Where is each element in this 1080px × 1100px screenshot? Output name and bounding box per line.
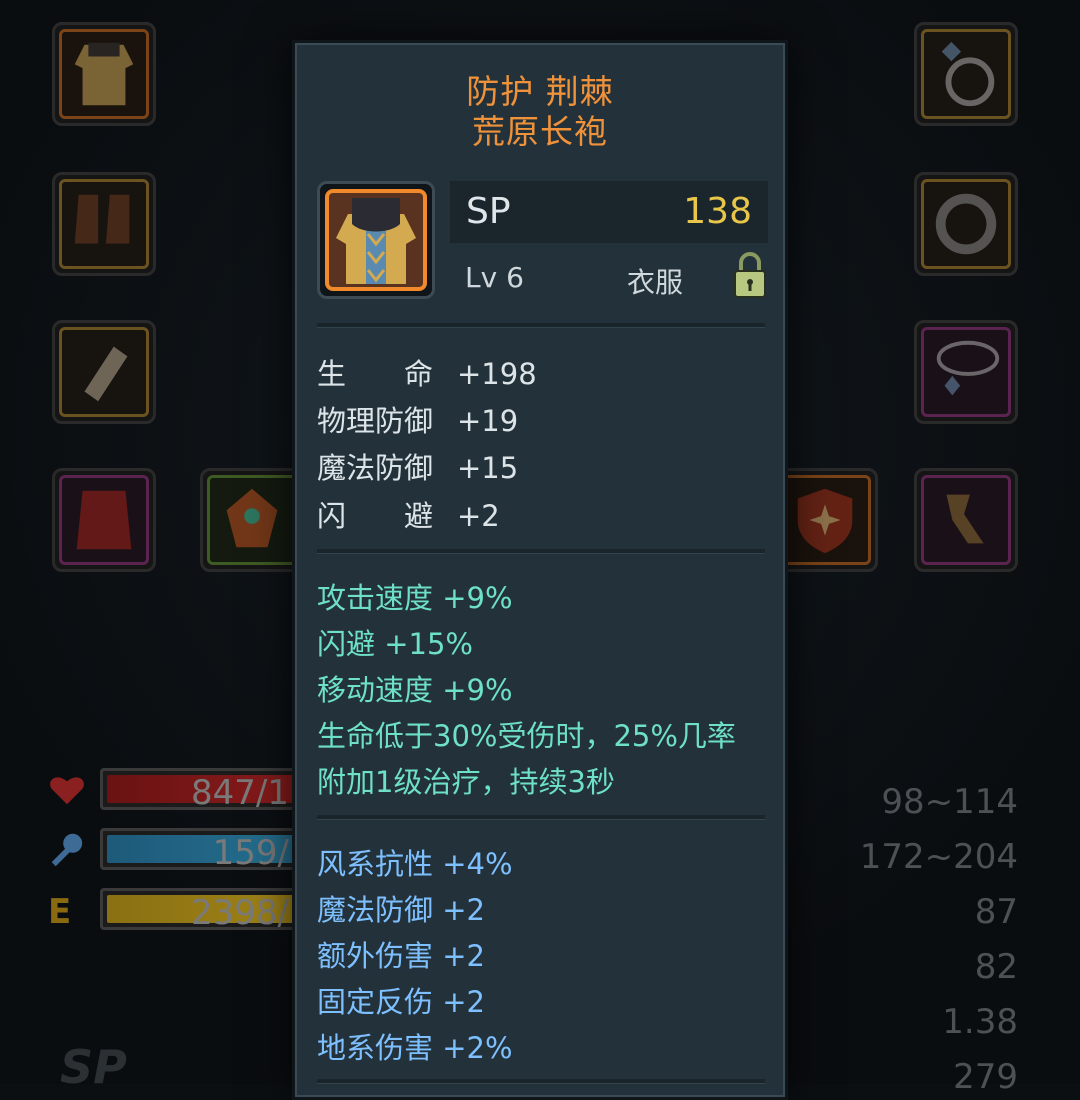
divider (317, 815, 765, 820)
divider (317, 323, 765, 328)
base-stat-row: 闪 避 +2 (317, 493, 500, 535)
special-stat-line: 闪避 +15% (317, 627, 473, 661)
heart-icon (50, 777, 84, 805)
mp-text: 159/ (212, 833, 289, 873)
special-stat-line: 附加1级治疗，持续3秒 (317, 765, 615, 799)
equip-slot-robe[interactable] (52, 22, 156, 126)
robe-icon (336, 198, 416, 284)
base-stat-row: 魔法防御 +15 (317, 445, 518, 487)
equip-slot-trinket[interactable] (914, 468, 1018, 572)
base-stat-value: +19 (457, 404, 519, 438)
mp-bar: 159/ (100, 828, 307, 873)
equip-slot-amulet[interactable] (200, 468, 304, 572)
ring-icon (941, 41, 995, 107)
hp-bar: 847/1 (100, 768, 307, 813)
special-stat-line: 攻击速度 +9% (317, 581, 513, 615)
divider (317, 1079, 765, 1084)
stat-value-5: 1.38 (942, 1002, 1018, 1042)
mana-key-icon (51, 833, 83, 867)
extra-stat-line: 魔法防御 +2 (317, 893, 485, 927)
stat-value-6: 279 (953, 1057, 1018, 1097)
cape-icon (76, 490, 132, 550)
equip-slot-bracer[interactable] (52, 320, 156, 424)
equip-slot-necklace[interactable] (914, 320, 1018, 424)
equip-slot-ring-1[interactable] (914, 22, 1018, 126)
extra-stat-line: 额外伤害 +2 (317, 939, 485, 973)
band-ring-icon (935, 193, 997, 255)
base-stat-value: +198 (457, 357, 537, 391)
boots-icon (74, 194, 130, 244)
gem-amulet-icon (226, 488, 278, 548)
stat-value-2: 172~204 (859, 837, 1018, 877)
necklace-icon (936, 340, 1000, 396)
exp-bar: 2398/ (100, 888, 307, 933)
special-stat-line: 移动速度 +9% (317, 673, 513, 707)
item-name-title: 荒原长袍 (472, 112, 608, 151)
exp-icon: E (48, 892, 72, 932)
sp-row: SP 138 (450, 181, 768, 243)
equip-slot-boots[interactable] (52, 172, 156, 276)
sp-value: 138 (683, 191, 752, 232)
extra-stat-line: 风系抗性 +4% (317, 847, 513, 881)
extra-stat-line: 固定反伤 +2 (317, 985, 485, 1019)
shield-icon (797, 488, 853, 554)
stat-value-4: 82 (974, 947, 1018, 987)
base-stat-row: 物理防御 +19 (317, 398, 518, 440)
base-stat-name: 物理防御 (317, 404, 434, 438)
lock-icon[interactable] (733, 251, 767, 299)
base-stat-name: 生 命 (317, 357, 434, 391)
stat-value-1: 98~114 (881, 782, 1018, 822)
trinket-icon (946, 494, 984, 544)
robe-icon (74, 42, 134, 106)
item-category: 衣服 (627, 266, 684, 299)
divider (317, 549, 765, 554)
item-tooltip: 防护 荆棘 荒原长袍 SP 138 Lv 6 衣服 生 命 +198 物理防御 +1… (292, 40, 788, 1100)
hp-text: 847/1 (191, 773, 289, 813)
equip-slot-cape[interactable] (52, 468, 156, 572)
bracer-icon (84, 346, 128, 402)
base-stat-value: +15 (457, 451, 519, 485)
sp-corner-label: SP (60, 1040, 127, 1094)
equip-slot-ring-2[interactable] (914, 172, 1018, 276)
stat-value-3: 87 (974, 892, 1018, 932)
sp-label: SP (466, 191, 511, 232)
base-stat-name: 闪 避 (317, 499, 434, 533)
base-stat-name: 魔法防御 (317, 451, 434, 485)
item-level: Lv 6 (465, 261, 524, 294)
special-stat-line: 生命低于30%受伤时，25%几率 (317, 719, 736, 753)
extra-stat-line: 地系伤害 +2% (317, 1031, 513, 1065)
base-stat-value: +2 (457, 499, 500, 533)
item-portrait (317, 181, 435, 299)
exp-text: 2398/ (191, 893, 289, 933)
base-stat-row: 生 命 +198 (317, 351, 537, 393)
